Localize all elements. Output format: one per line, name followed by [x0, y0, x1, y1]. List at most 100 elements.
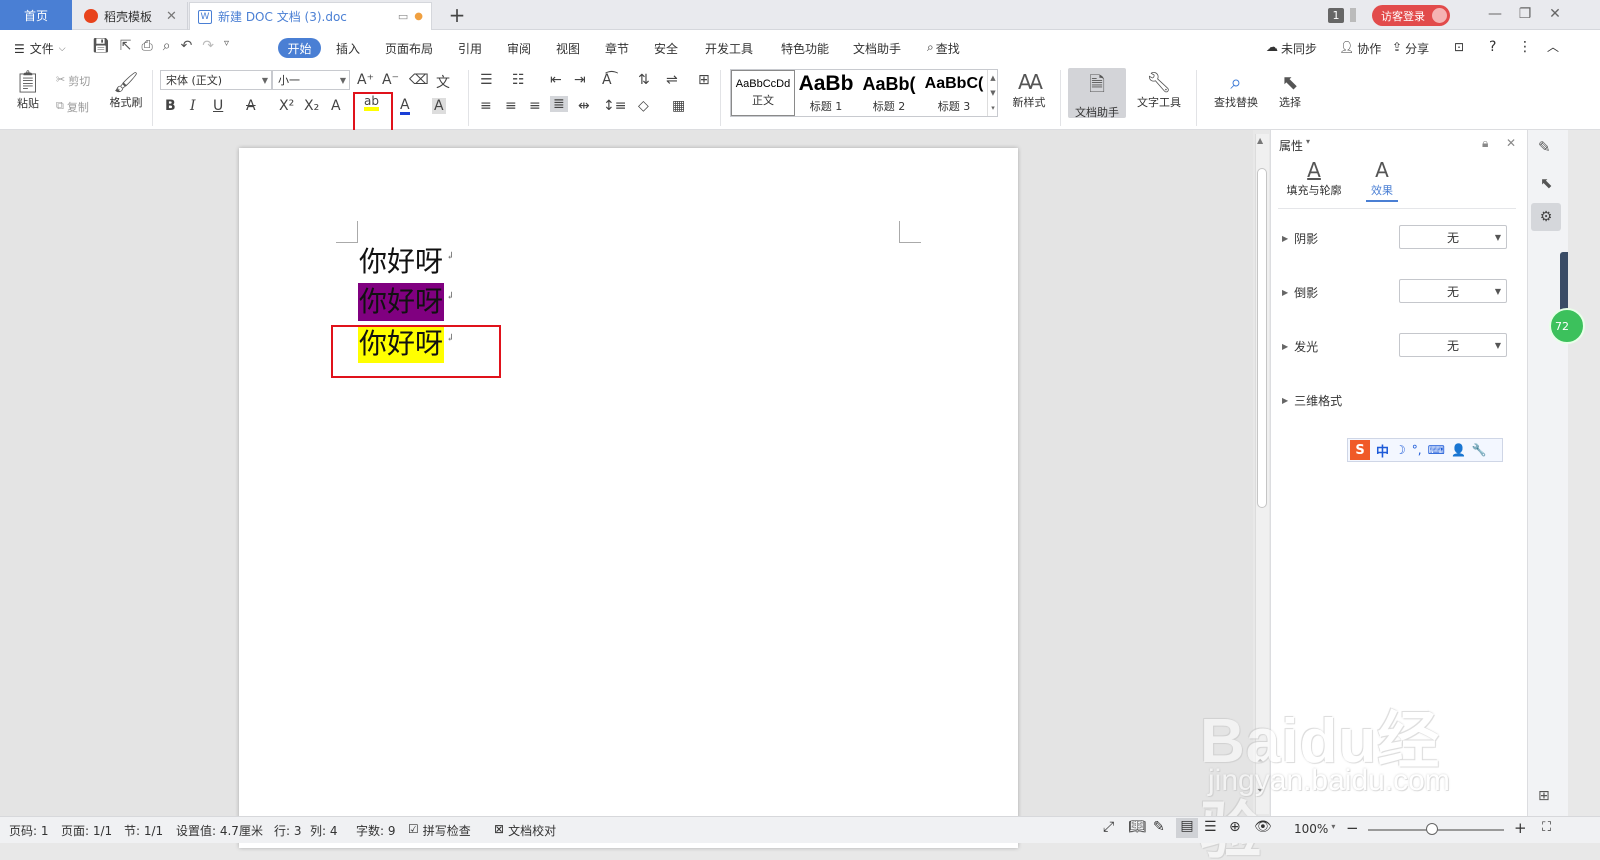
text-tools-button[interactable]: 🔧︎ 文字工具 [1130, 70, 1188, 110]
tab-document[interactable]: W 新建 DOC 文档 (3).doc ▭ ● [189, 2, 432, 30]
align-left-icon[interactable]: ≡ [480, 98, 492, 114]
menu-tab-security[interactable]: 安全 [654, 40, 678, 57]
distribute-icon[interactable]: ⇹ [578, 98, 590, 114]
paste-button[interactable]: 📋︎ 粘贴 [10, 70, 46, 111]
status-section[interactable]: 节: 1/1 [124, 822, 163, 839]
zoom-out-icon[interactable]: − [1346, 819, 1359, 837]
numbering-icon[interactable]: ☷ [512, 72, 525, 88]
properties-title[interactable]: 属性 ▾ [1279, 137, 1310, 154]
status-page[interactable]: 页码: 1 [9, 822, 49, 839]
cursor-select-icon[interactable]: ⬉ [1540, 174, 1553, 192]
reading-mode-icon[interactable]: 📖︎ [1128, 819, 1146, 835]
floating-assistant-ball[interactable]: 72 [1549, 308, 1585, 344]
redo-icon[interactable]: ↷ [202, 38, 214, 54]
text-direction-icon[interactable]: A͡ [602, 72, 612, 88]
style-normal[interactable]: AaBbCcDd 正文 [731, 70, 795, 116]
status-word-count[interactable]: 字数: 9 [356, 822, 396, 839]
row-3d-format[interactable]: ▶ 三维格式 [1282, 392, 1342, 409]
help-icon[interactable]: ? [1489, 39, 1496, 55]
new-tab-button[interactable]: + [445, 3, 469, 27]
reflection-select[interactable]: 无 ▼ [1399, 279, 1507, 303]
zoom-dropdown[interactable]: 100% ▾ [1294, 822, 1335, 836]
file-menu[interactable]: ☰ 文件 ⌵ [14, 40, 66, 57]
show-hide-icon[interactable]: ⇌ [666, 72, 678, 88]
zoom-in-icon[interactable]: + [1514, 819, 1527, 837]
line-spacing-icon[interactable]: ↕≡ [603, 98, 626, 114]
zoom-slider-thumb[interactable] [1426, 823, 1438, 835]
proofread-button[interactable]: ⊠ 文档校对 [494, 822, 556, 839]
style-heading-1[interactable]: AaBb 标题 1 [795, 70, 857, 116]
select-button[interactable]: ⬉ 选择 [1272, 70, 1308, 110]
collapse-ribbon-icon[interactable]: ︿ [1547, 38, 1559, 55]
menu-tab-references[interactable]: 引用 [458, 40, 482, 57]
cut-button[interactable]: ✂ 剪切 [56, 73, 90, 89]
menu-tab-insert[interactable]: 插入 [336, 40, 360, 57]
ime-user-icon[interactable]: 👤 [1451, 443, 1466, 457]
ime-chinese-mode[interactable]: 中 [1376, 441, 1389, 460]
menu-tab-doc-assistant[interactable]: 文档助手 [853, 40, 901, 57]
restore-icon[interactable]: ❐ [1515, 6, 1535, 22]
customize-icon[interactable]: ▿ [224, 38, 229, 54]
subscript-icon[interactable]: X₂ [304, 98, 319, 114]
minimize-icon[interactable]: — [1485, 6, 1505, 22]
save-icon[interactable]: 💾︎ [92, 38, 110, 54]
align-right-icon[interactable]: ≡ [529, 98, 541, 114]
close-panel-icon[interactable]: ✕ [1506, 136, 1516, 150]
format-painter-button[interactable]: 🖌︎ 格式刷 [106, 70, 146, 110]
share-button[interactable]: ⇪ 分享 [1392, 40, 1429, 57]
new-style-button[interactable]: AA 新样式 [1006, 70, 1052, 110]
char-shading-icon[interactable]: A [432, 98, 446, 114]
clear-format-icon[interactable]: ⌫ [409, 72, 429, 88]
copy-button[interactable]: ⧉ 复制 [56, 99, 89, 115]
row-glow[interactable]: ▶ 发光 [1282, 338, 1318, 355]
status-pages[interactable]: 页面: 1/1 [61, 822, 112, 839]
doc-line-1[interactable]: 你好呀 ↲ [358, 242, 454, 282]
menu-tab-page-layout[interactable]: 页面布局 [385, 40, 433, 57]
menu-tab-developer[interactable]: 开发工具 [705, 40, 753, 57]
borders-icon[interactable]: ▦ [672, 98, 685, 114]
side-tab-handle[interactable] [1560, 252, 1568, 312]
ime-keyboard-icon[interactable]: ⌨ [1428, 443, 1445, 457]
menu-tab-home[interactable]: 开始 [278, 38, 321, 58]
ime-wrench-icon[interactable]: 🔧 [1472, 443, 1487, 457]
status-col[interactable]: 列: 4 [310, 822, 338, 839]
bullets-icon[interactable]: ☰ [480, 72, 493, 88]
superscript-icon[interactable]: X² [279, 98, 294, 114]
decrease-indent-icon[interactable]: ⇤ [550, 72, 562, 88]
undo-icon[interactable]: ↶ [181, 38, 193, 54]
print-icon[interactable]: ⎙ [142, 38, 153, 54]
shadow-select[interactable]: 无 ▼ [1399, 225, 1507, 249]
document-page[interactable] [239, 148, 1018, 848]
increase-indent-icon[interactable]: ⇥ [574, 72, 586, 88]
table-icon[interactable]: ⊞ [698, 72, 710, 88]
page-view-icon[interactable]: ▤ [1176, 818, 1198, 838]
ime-moon-icon[interactable]: ☽ [1395, 443, 1406, 457]
properties-settings-icon[interactable]: ⚙ [1531, 203, 1561, 231]
write-mode-icon[interactable]: ✎ [1153, 819, 1165, 835]
style-heading-2[interactable]: AaBb( 标题 2 [857, 70, 921, 116]
sync-button[interactable]: ☁ 未同步 [1266, 40, 1317, 57]
glow-select[interactable]: 无 ▼ [1399, 333, 1507, 357]
style-heading-3[interactable]: AaBbC( 标题 3 [921, 70, 987, 116]
shrink-font-icon[interactable]: A⁻ [382, 72, 399, 88]
tab-fill-outline[interactable]: A 填充与轮廓 [1284, 158, 1344, 198]
ime-punctuation-icon[interactable]: °, [1412, 443, 1422, 457]
grid-apps-icon[interactable]: ⊞ [1538, 788, 1550, 804]
outline-view-icon[interactable]: ☰ [1204, 819, 1217, 835]
row-reflection[interactable]: ▶ 倒影 [1282, 284, 1318, 301]
ime-toolbar[interactable]: S 中 ☽ °, ⌨ 👤 🔧 [1347, 438, 1503, 462]
grow-font-icon[interactable]: A⁺ [357, 72, 374, 88]
search-button[interactable]: ⌕ 查找 [927, 40, 960, 57]
bold-icon[interactable]: B [165, 98, 176, 114]
lock-icon[interactable]: 🔒︎ [1482, 136, 1488, 151]
eye-protect-icon[interactable]: 👁︎ [1254, 819, 1272, 835]
strikethrough-icon[interactable]: A [246, 98, 256, 114]
more-icon[interactable]: ⋮ [1518, 39, 1532, 55]
output-icon[interactable]: ⇱ [120, 38, 132, 54]
font-size-combo[interactable]: 小一 ▼ [272, 70, 350, 90]
font-color-icon[interactable]: A [400, 98, 410, 115]
find-replace-button[interactable]: ⌕ 查找替换 [1206, 70, 1266, 110]
menu-tab-chapter[interactable]: 章节 [605, 40, 629, 57]
phonetic-icon[interactable]: 文 [436, 72, 450, 92]
screen-icon[interactable]: ▭ [398, 10, 408, 23]
